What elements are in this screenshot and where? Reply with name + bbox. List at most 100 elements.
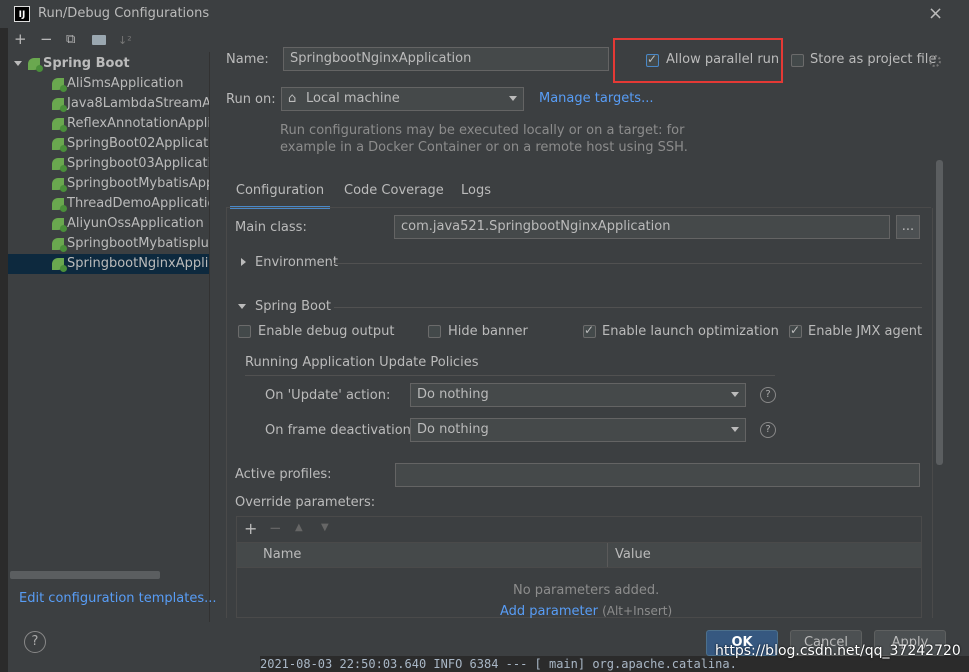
spring-boot-run-icon bbox=[52, 197, 67, 212]
allow-parallel-checkbox[interactable] bbox=[646, 52, 659, 67]
tree-group-spring-boot[interactable]: Spring Boot bbox=[14, 54, 215, 74]
main-class-label: Main class: bbox=[235, 220, 307, 235]
edit-templates-link[interactable]: Edit configuration templates... bbox=[19, 591, 217, 606]
on-frame-combobox[interactable]: Do nothing bbox=[410, 418, 746, 442]
on-update-combobox[interactable]: Do nothing bbox=[410, 383, 746, 407]
spring-boot-run-icon bbox=[52, 217, 67, 232]
chevron-down-icon bbox=[509, 96, 517, 101]
tree-item-label: ReflexAnnotationApplica bbox=[67, 116, 209, 131]
help-button[interactable]: ? bbox=[24, 631, 46, 653]
help-icon[interactable]: ? bbox=[760, 422, 776, 438]
run-on-label: Run on: bbox=[226, 92, 276, 107]
intellij-app-icon: IJ bbox=[14, 6, 30, 22]
browse-main-class-button[interactable]: ... bbox=[896, 215, 920, 239]
tree-item[interactable]: SpringbootMybatisAppli bbox=[8, 174, 209, 194]
remove-configuration-icon[interactable]: − bbox=[40, 30, 53, 48]
chevron-right-icon[interactable] bbox=[241, 258, 246, 266]
help-icon[interactable]: ? bbox=[760, 387, 776, 403]
vertical-scrollbar[interactable] bbox=[936, 160, 943, 465]
update-policies-heading: Running Application Update Policies bbox=[245, 355, 479, 370]
expand-chevron-icon[interactable] bbox=[14, 61, 22, 66]
name-label: Name: bbox=[226, 52, 269, 67]
configuration-tree: Spring Boot AliSmsApplication Java8Lambda… bbox=[8, 52, 210, 622]
spring-boot-run-icon bbox=[52, 117, 67, 132]
run-on-combobox[interactable]: ⌂ Local machine bbox=[281, 87, 524, 111]
copy-configuration-icon[interactable]: ⧉ bbox=[66, 32, 75, 47]
spring-boot-run-icon bbox=[52, 137, 67, 152]
tree-item-label: ThreadDemoApplication bbox=[67, 196, 209, 211]
tab-configuration[interactable]: Configuration bbox=[230, 182, 330, 209]
tree-item[interactable]: AliSmsApplication bbox=[8, 74, 209, 94]
chevron-down-icon bbox=[731, 427, 739, 432]
spring-boot-run-icon bbox=[52, 177, 67, 192]
add-parameter-shortcut: (Alt+Insert) bbox=[602, 604, 673, 618]
move-up-icon[interactable]: ▲ bbox=[295, 522, 303, 533]
folder-icon[interactable] bbox=[92, 35, 106, 45]
main-class-field[interactable]: com.java521.SpringbootNginxApplication bbox=[394, 215, 890, 239]
spring-boot-divider bbox=[334, 307, 922, 308]
run-debug-dialog: IJ Run/Debug Configurations × + − ⧉ ↓² S… bbox=[0, 0, 969, 672]
run-on-value: Local machine bbox=[306, 91, 400, 106]
launch-optimization-label: Enable launch optimization bbox=[602, 324, 779, 339]
run-on-hint-line-1: Run configurations may be executed local… bbox=[280, 123, 685, 138]
tree-item[interactable]: AliyunOssApplication bbox=[8, 214, 209, 234]
tree-item[interactable]: SpringbootNginxApplica bbox=[8, 254, 209, 274]
add-parameter-icon[interactable]: + bbox=[244, 519, 257, 538]
table-header: Name Value bbox=[237, 542, 921, 568]
store-project-checkbox[interactable] bbox=[791, 54, 804, 67]
background-editor-edge bbox=[0, 28, 8, 672]
update-policies-divider bbox=[245, 375, 775, 376]
tree-horizontal-scrollbar[interactable] bbox=[10, 571, 160, 579]
spring-boot-run-icon bbox=[52, 237, 67, 252]
hide-banner-label: Hide banner bbox=[448, 324, 528, 339]
debug-output-label: Enable debug output bbox=[258, 324, 395, 339]
tree-item-label: SpringbootMybatisAppli bbox=[67, 176, 209, 191]
sort-icon[interactable]: ↓² bbox=[118, 34, 132, 47]
override-parameters-label: Override parameters: bbox=[235, 495, 376, 510]
column-header-value[interactable]: Value bbox=[615, 547, 651, 562]
on-frame-value: Do nothing bbox=[417, 422, 489, 437]
environment-section[interactable]: Environment bbox=[255, 255, 338, 270]
home-icon: ⌂ bbox=[288, 91, 297, 106]
spring-boot-run-icon bbox=[52, 257, 67, 272]
column-header-name[interactable]: Name bbox=[263, 547, 301, 562]
empty-table-text: No parameters added. bbox=[513, 583, 660, 598]
tree-item[interactable]: ReflexAnnotationApplica bbox=[8, 114, 209, 134]
tab-code-coverage[interactable]: Code Coverage bbox=[344, 182, 444, 206]
parameters-table: + − ▲ ▼ Name Value No parameters added. … bbox=[236, 516, 922, 619]
debug-output-checkbox[interactable] bbox=[238, 325, 251, 338]
add-parameter-row: Add parameter (Alt+Insert) bbox=[500, 604, 672, 619]
chevron-down-icon[interactable] bbox=[238, 304, 246, 309]
allow-parallel-label: Allow parallel run bbox=[666, 52, 780, 67]
window-title: Run/Debug Configurations bbox=[38, 6, 210, 21]
close-icon[interactable]: × bbox=[928, 3, 943, 24]
active-profiles-field[interactable] bbox=[395, 463, 920, 487]
run-on-hint-line-2: example in a Docker Container or on a re… bbox=[280, 140, 688, 155]
jmx-agent-checkbox[interactable] bbox=[789, 323, 802, 338]
tab-logs[interactable]: Logs bbox=[461, 182, 491, 206]
tree-item[interactable]: ThreadDemoApplication bbox=[8, 194, 209, 214]
tree-item-label: SpringbootMybatisplusA bbox=[67, 236, 209, 251]
on-update-label: On 'Update' action: bbox=[265, 388, 391, 403]
tree-item[interactable]: Java8LambdaStreamApp bbox=[8, 94, 209, 114]
add-parameter-link[interactable]: Add parameter bbox=[500, 604, 598, 619]
title-bar: IJ Run/Debug Configurations × bbox=[0, 0, 969, 28]
tree-item-label: AliyunOssApplication bbox=[67, 216, 204, 231]
manage-targets-link[interactable]: Manage targets... bbox=[539, 91, 653, 106]
gear-icon[interactable] bbox=[929, 55, 941, 67]
tree-item-label: SpringBoot02Application bbox=[67, 136, 209, 151]
tree-item[interactable]: Springboot03Application bbox=[8, 154, 209, 174]
store-project-label: Store as project file bbox=[810, 52, 937, 67]
name-field[interactable]: SpringbootNginxApplication bbox=[283, 47, 609, 71]
on-update-value: Do nothing bbox=[417, 387, 489, 402]
spring-boot-section[interactable]: Spring Boot bbox=[255, 299, 331, 314]
move-down-icon[interactable]: ▼ bbox=[321, 522, 329, 533]
add-configuration-icon[interactable]: + bbox=[14, 30, 27, 48]
spring-boot-icon bbox=[28, 57, 43, 72]
tree-item[interactable]: SpringBoot02Application bbox=[8, 134, 209, 154]
jmx-agent-label: Enable JMX agent bbox=[808, 324, 923, 339]
remove-parameter-icon[interactable]: − bbox=[269, 519, 282, 537]
hide-banner-checkbox[interactable] bbox=[428, 325, 441, 338]
tree-item[interactable]: SpringbootMybatisplusA bbox=[8, 234, 209, 254]
launch-optimization-checkbox[interactable] bbox=[583, 323, 596, 338]
